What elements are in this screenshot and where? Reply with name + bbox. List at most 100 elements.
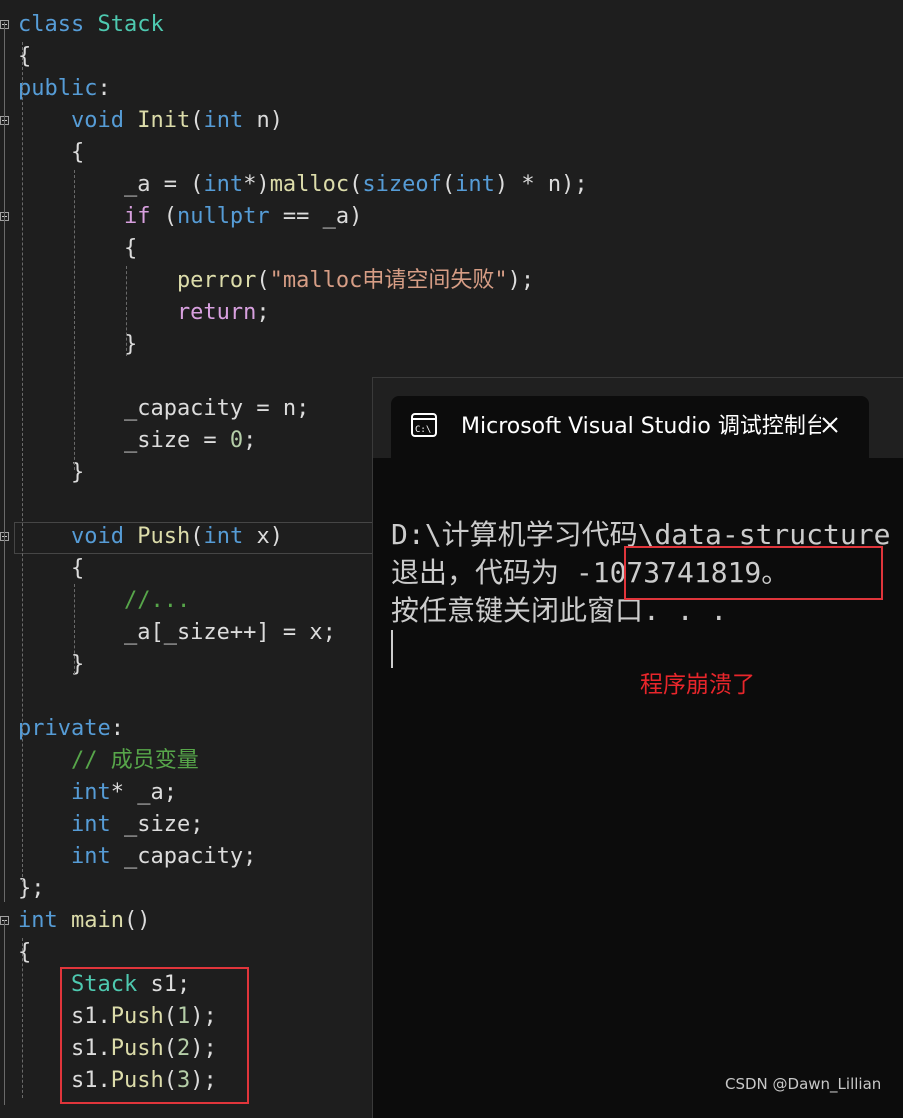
highlight-box-main-calls <box>60 967 249 1104</box>
indent-guide <box>126 266 127 356</box>
code-token: return <box>18 300 257 325</box>
code-line[interactable]: class Stack <box>0 9 903 41</box>
code-token: ); <box>507 268 535 293</box>
code-token: ; <box>256 300 270 325</box>
code-text: { <box>18 233 137 265</box>
code-text: { <box>18 553 84 585</box>
code-text: int _size; <box>18 809 203 841</box>
fold-rail <box>4 920 5 1105</box>
close-icon[interactable] <box>815 410 845 440</box>
code-line[interactable]: { <box>0 41 903 73</box>
code-text: private: <box>18 713 124 745</box>
code-token: int <box>203 108 244 133</box>
code-token: void <box>18 524 138 549</box>
code-line[interactable]: _a = (int*)malloc(sizeof(int) * n); <box>0 169 903 201</box>
code-token: * _a; <box>110 780 177 805</box>
code-token: () <box>123 908 151 933</box>
crash-annotation: 程序崩溃了 <box>640 672 755 698</box>
code-token: Push <box>137 524 191 549</box>
code-text: _capacity = n; <box>18 393 309 425</box>
code-text: int main() <box>18 905 150 937</box>
code-text: } <box>18 329 137 361</box>
code-token: { <box>18 556 85 581</box>
code-token: //... <box>18 588 191 613</box>
code-token: ) * n); <box>494 172 588 197</box>
code-token: malloc <box>269 172 350 197</box>
code-token: int <box>18 908 71 933</box>
code-token: ( <box>163 204 177 229</box>
code-token: main <box>70 908 124 933</box>
code-token: _size; <box>110 812 204 837</box>
code-text: _size = 0; <box>18 425 256 457</box>
code-token: class <box>18 12 98 37</box>
watermark: CSDN @Dawn_Lillian <box>725 1075 882 1093</box>
code-token: _a[_size++] = x; <box>18 620 336 645</box>
debug-console-window[interactable]: C:\ Microsoft Visual Studio 调试控制台 D:\计算机… <box>372 377 903 1118</box>
code-token: _a = ( <box>18 172 204 197</box>
code-token: void <box>18 108 138 133</box>
code-token: private <box>18 716 111 741</box>
console-tab-title: Microsoft Visual Studio 调试控制台 <box>461 414 821 439</box>
code-line[interactable]: void Init(int n) <box>0 105 903 137</box>
code-token: sizeof <box>362 172 442 197</box>
code-text: { <box>18 937 31 969</box>
code-token: _capacity; <box>110 844 257 869</box>
console-tab[interactable]: C:\ Microsoft Visual Studio 调试控制台 <box>391 396 869 458</box>
code-token: int <box>18 844 111 869</box>
code-token: int <box>18 780 111 805</box>
code-text: _a[_size++] = x; <box>18 617 336 649</box>
code-token: perror <box>18 268 257 293</box>
text-cursor <box>391 630 393 668</box>
code-token: nullptr <box>176 204 270 229</box>
code-text: class Stack <box>18 9 164 41</box>
code-text: int _capacity; <box>18 841 256 873</box>
code-token: ( <box>190 524 204 549</box>
highlight-box-exit-code <box>624 546 883 600</box>
code-line[interactable]: { <box>0 137 903 169</box>
code-token: ( <box>349 172 363 197</box>
code-token: == _a) <box>269 204 363 229</box>
code-token: int <box>203 524 244 549</box>
code-line[interactable]: } <box>0 329 903 361</box>
code-line[interactable]: perror("malloc申请空间失败"); <box>0 265 903 297</box>
code-text: public: <box>18 73 111 105</box>
code-token: Init <box>137 108 191 133</box>
code-text: perror("malloc申请空间失败"); <box>18 265 534 297</box>
code-line[interactable]: return; <box>0 297 903 329</box>
code-text: { <box>18 41 31 73</box>
code-line[interactable]: { <box>0 233 903 265</box>
code-token: _size = <box>18 428 230 453</box>
code-line[interactable]: if (nullptr == _a) <box>0 201 903 233</box>
indent-guide <box>22 938 23 1098</box>
indent-guide <box>74 584 75 674</box>
code-text: _a = (int*)malloc(sizeof(int) * n); <box>18 169 588 201</box>
code-token: "malloc申请空间失败" <box>269 268 508 293</box>
svg-text:C:\: C:\ <box>415 425 431 435</box>
code-token: int <box>455 172 495 197</box>
code-token: _capacity = n; <box>18 396 310 421</box>
code-token: ; <box>243 428 257 453</box>
code-line[interactable]: public: <box>0 73 903 105</box>
code-token: int <box>18 812 111 837</box>
indent-guide <box>22 42 23 882</box>
code-token: public <box>18 76 98 101</box>
code-text: void Push(int x) <box>18 521 283 553</box>
fold-rail <box>4 22 5 902</box>
code-text: { <box>18 137 84 169</box>
console-titlebar: C:\ Microsoft Visual Studio 调试控制台 <box>373 378 903 458</box>
code-token: // 成员变量 <box>18 748 199 773</box>
code-token: { <box>18 44 32 69</box>
code-text: //... <box>18 585 190 617</box>
code-token: ( <box>190 108 204 133</box>
code-token: { <box>18 940 32 965</box>
code-token: : <box>110 716 124 741</box>
code-token: } <box>18 332 138 357</box>
code-token: { <box>18 236 138 261</box>
indent-guide <box>74 170 75 470</box>
code-token: Stack <box>97 12 164 37</box>
code-text: void Init(int n) <box>18 105 283 137</box>
code-token: 0 <box>229 428 244 453</box>
code-text: if (nullptr == _a) <box>18 201 362 233</box>
code-text: return; <box>18 297 270 329</box>
code-token: ( <box>256 268 270 293</box>
